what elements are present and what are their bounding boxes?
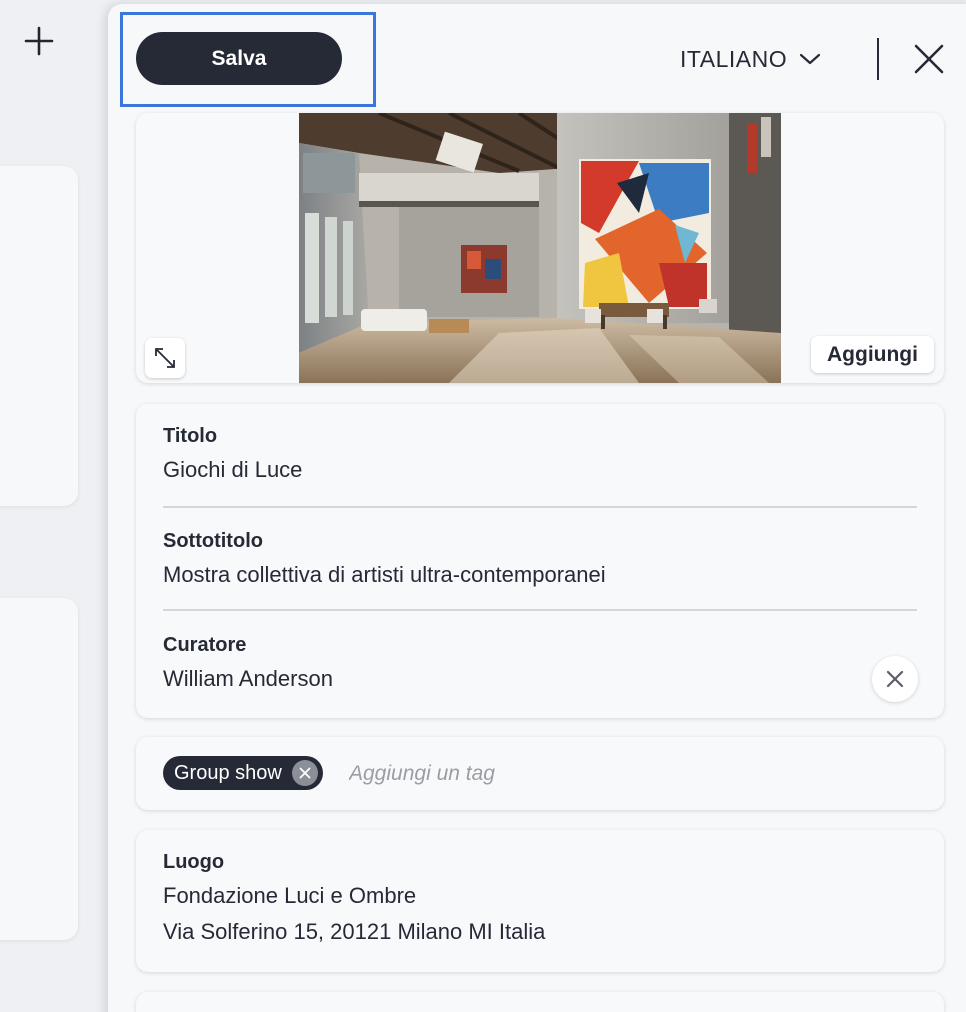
cover-image [299,113,781,383]
location-address: Via Solferino 15, 20121 Milano MI Italia [163,919,546,944]
details-card: Titolo Giochi di Luce Sottotitolo Mostra… [136,404,944,718]
plus-icon[interactable] [22,24,56,58]
location-label: Luogo [163,851,225,873]
image-card: Aggiungi [136,113,944,383]
tag-remove-button[interactable] [291,760,318,786]
expand-icon [155,348,175,368]
background-card [0,598,78,940]
title-value[interactable]: Giochi di Luce [163,456,302,484]
field-divider [163,609,917,611]
chevron-down-icon [800,53,821,65]
title-field[interactable]: Titolo Giochi di Luce [163,424,302,484]
curator-value[interactable]: William Anderson [163,665,333,693]
background-card [0,166,78,506]
subtitle-label: Sottotitolo [163,530,263,552]
curator-field[interactable]: Curatore William Anderson [163,633,333,693]
next-card [136,992,944,1012]
toolbar-divider [877,38,879,80]
close-icon [299,767,311,779]
tag-input[interactable] [349,756,649,792]
close-icon [886,670,904,688]
location-field[interactable]: Luogo Fondazione Luci e Ombre Via Solfer… [163,850,545,950]
language-label: ITALIANO [680,45,788,72]
subtitle-field[interactable]: Sottotitolo Mostra collettiva di artisti… [163,529,606,589]
save-button[interactable]: Salva [136,32,342,85]
tag-chip[interactable]: Group show [163,756,323,790]
expand-image-button[interactable] [145,338,185,378]
close-icon[interactable] [911,41,947,77]
add-image-button[interactable]: Aggiungi [811,336,934,373]
curator-label: Curatore [163,634,247,656]
clear-curator-button[interactable] [872,656,918,702]
title-label: Titolo [163,425,218,447]
language-select[interactable]: ITALIANO [680,40,821,78]
field-divider [163,506,917,508]
subtitle-value[interactable]: Mostra collettiva di artisti ultra-conte… [163,561,606,589]
tags-card: Group show [136,737,944,810]
location-name: Fondazione Luci e Ombre [163,883,417,908]
tag-label: Group show [174,761,282,784]
location-card[interactable]: Luogo Fondazione Luci e Ombre Via Solfer… [136,830,944,972]
